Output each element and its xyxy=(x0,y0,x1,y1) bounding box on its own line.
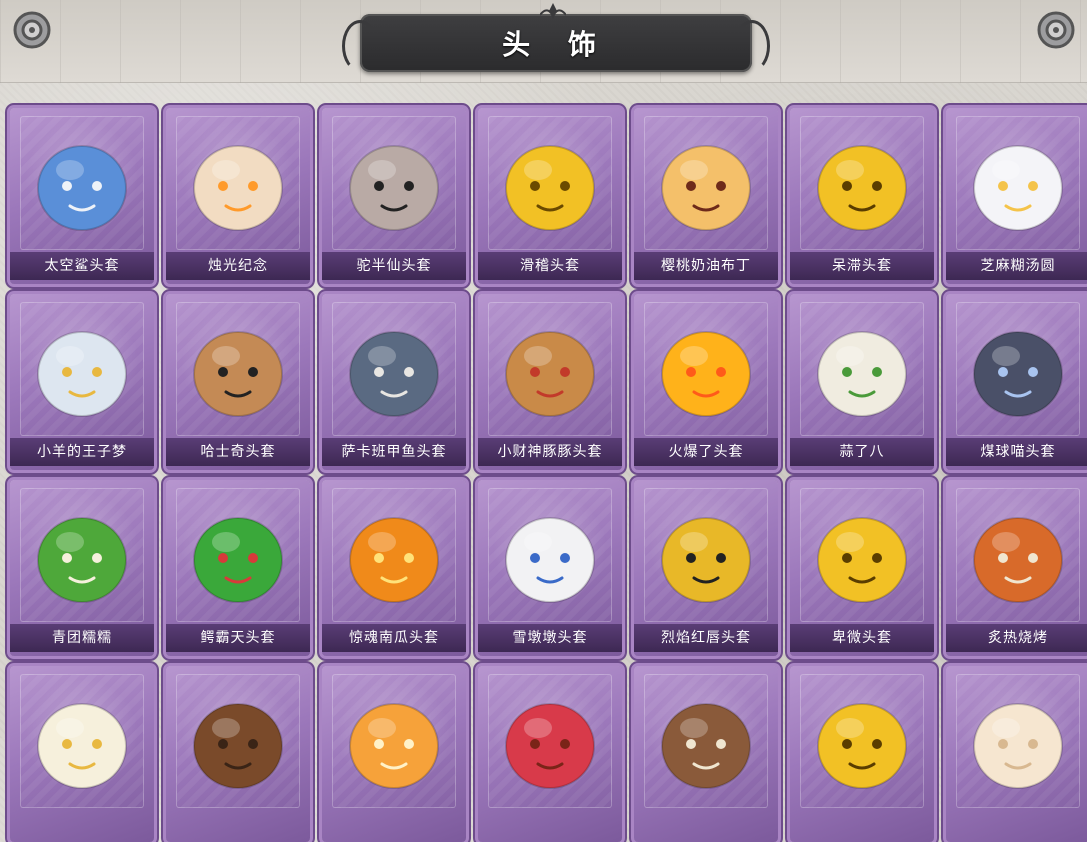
headwear-name: 萨卡班甲鱼头套 xyxy=(322,438,466,466)
headwear-name: 烈焰红唇头套 xyxy=(634,624,778,652)
yellow-mouse-sunglasses-icon xyxy=(661,517,751,603)
headwear-card[interactable]: 煤球喵头套 xyxy=(946,294,1087,470)
headwear-card[interactable]: 芝麻糊汤圆 xyxy=(946,108,1087,284)
dumpling-icon xyxy=(973,145,1063,231)
headwear-card[interactable]: 樱桃奶油布丁 xyxy=(634,108,778,284)
headwear-card[interactable] xyxy=(478,666,622,842)
headwear-card[interactable]: 蒜了八 xyxy=(790,294,934,470)
capybara-icon xyxy=(505,331,595,417)
yellow-face-icon xyxy=(817,703,907,789)
headwear-name: 火爆了头套 xyxy=(634,438,778,466)
headwear-card[interactable] xyxy=(322,666,466,842)
blank-stare-face-icon xyxy=(817,145,907,231)
headwear-name: 太空鲨头套 xyxy=(10,252,154,280)
green-dumpling-icon xyxy=(37,517,127,603)
headwear-name: 樱桃奶油布丁 xyxy=(634,252,778,280)
page-title: 头 饰 xyxy=(502,28,610,61)
cream-sheep-icon xyxy=(973,703,1063,789)
snowman-reindeer-icon xyxy=(505,517,595,603)
corner-ornament-icon xyxy=(13,11,51,49)
corner-ornament-icon xyxy=(1037,11,1075,49)
headwear-name: 雪墩墩头套 xyxy=(478,624,622,652)
headwear-card[interactable]: 驼半仙头套 xyxy=(322,108,466,284)
meat-bone-icon xyxy=(973,517,1063,603)
headwear-name: 呆滞头套 xyxy=(790,252,934,280)
title-banner: 头 饰 xyxy=(342,14,770,72)
headwear-name: 惊魂南瓜头套 xyxy=(322,624,466,652)
smirk-face-icon xyxy=(505,145,595,231)
headwear-card[interactable]: 呆滞头套 xyxy=(790,108,934,284)
pumpkin-icon xyxy=(349,517,439,603)
headwear-card[interactable]: 烈焰红唇头套 xyxy=(634,480,778,656)
headwear-card[interactable]: 鳄霸天头套 xyxy=(166,480,310,656)
humble-face-icon xyxy=(817,517,907,603)
headwear-name: 鳄霸天头套 xyxy=(166,624,310,652)
headwear-card[interactable] xyxy=(166,666,310,842)
headwear-card[interactable]: 小财神豚豚头套 xyxy=(478,294,622,470)
fish-head-icon xyxy=(349,331,439,417)
horse-head-icon xyxy=(193,703,283,789)
headwear-card[interactable]: 青团糯糯 xyxy=(10,480,154,656)
crowned-sheep-icon xyxy=(37,331,127,417)
red-octopus-icon xyxy=(505,703,595,789)
pudding-icon xyxy=(661,145,751,231)
garlic-icon xyxy=(817,331,907,417)
headwear-name: 芝麻糊汤圆 xyxy=(946,252,1087,280)
headwear-card[interactable]: 烛光纪念 xyxy=(166,108,310,284)
shark-head-icon xyxy=(37,145,127,231)
crest-ornament-icon xyxy=(540,3,566,19)
headwear-card[interactable] xyxy=(790,666,934,842)
crocodile-icon xyxy=(193,517,283,603)
headwear-card[interactable]: 惊魂南瓜头套 xyxy=(322,480,466,656)
headwear-card[interactable]: 小羊的王子梦 xyxy=(10,294,154,470)
headwear-name: 驼半仙头套 xyxy=(322,252,466,280)
headwear-card[interactable] xyxy=(10,666,154,842)
headwear-name: 炙热烧烤 xyxy=(946,624,1087,652)
headwear-card[interactable]: 卑微头套 xyxy=(790,480,934,656)
headwear-card[interactable]: 滑稽头套 xyxy=(478,108,622,284)
headwear-card[interactable] xyxy=(634,666,778,842)
crowned-egg-icon xyxy=(37,703,127,789)
fire-spirit-icon xyxy=(661,331,751,417)
headwear-name: 小财神豚豚头套 xyxy=(478,438,622,466)
husky-sunglasses-icon xyxy=(193,331,283,417)
dog-head-icon xyxy=(661,703,751,789)
headwear-card[interactable]: 火爆了头套 xyxy=(634,294,778,470)
headwear-name: 煤球喵头套 xyxy=(946,438,1087,466)
headwear-card[interactable] xyxy=(946,666,1087,842)
headwear-card[interactable]: 太空鲨头套 xyxy=(10,108,154,284)
headwear-name: 烛光纪念 xyxy=(166,252,310,280)
headwear-name: 小羊的王子梦 xyxy=(10,438,154,466)
headwear-name: 卑微头套 xyxy=(790,624,934,652)
alpaca-sunglasses-icon xyxy=(349,145,439,231)
orange-slice-icon xyxy=(349,703,439,789)
headwear-card[interactable]: 萨卡班甲鱼头套 xyxy=(322,294,466,470)
headwear-card[interactable]: 雪墩墩头套 xyxy=(478,480,622,656)
headwear-name: 青团糯糯 xyxy=(10,624,154,652)
candle-head-icon xyxy=(193,145,283,231)
headwear-name: 蒜了八 xyxy=(790,438,934,466)
headwear-card[interactable]: 炙热烧烤 xyxy=(946,480,1087,656)
headwear-name: 滑稽头套 xyxy=(478,252,622,280)
headwear-card[interactable]: 哈士奇头套 xyxy=(166,294,310,470)
headwear-name: 哈士奇头套 xyxy=(166,438,310,466)
black-cat-icon xyxy=(973,331,1063,417)
